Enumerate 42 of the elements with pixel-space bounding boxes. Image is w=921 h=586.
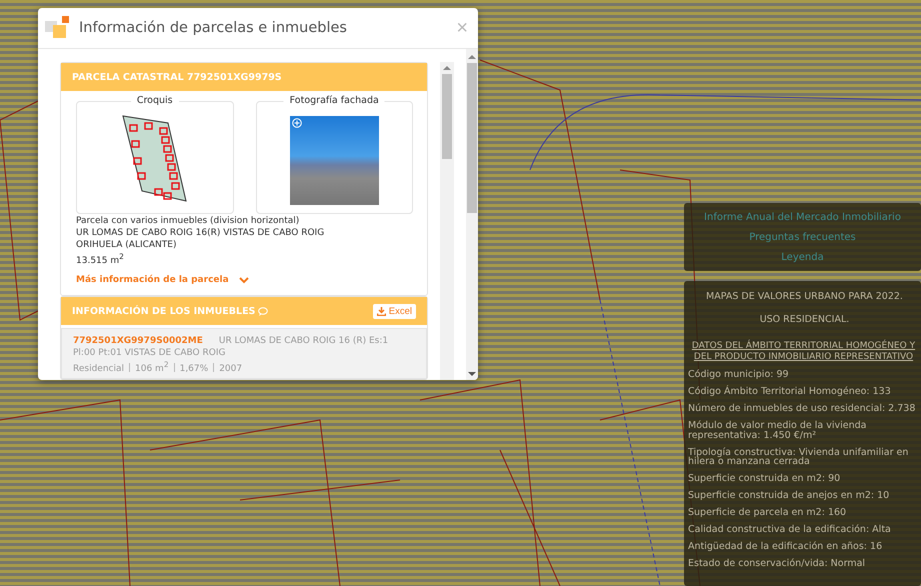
parcel-info-line: 13.515 m$^{2}$: [76, 251, 125, 267]
values-fact: Superficie construida en m2: 90: [688, 474, 842, 484]
parcel-header: PARCELA CATASTRAL 7792501XG9979S: [61, 63, 427, 91]
speech-bubble-icon: [258, 306, 268, 316]
values-fact: Superficie de parcela en m2: 160: [688, 508, 848, 518]
values-fact: Tipología constructiva: Vivienda unifamiliar en hilera o manzana cerrada: [688, 448, 910, 466]
property-address: UR LOMAS DE CABO ROIG 16 (R) Es:1: [218, 336, 388, 346]
dialog-title: Información de parcelas e inmuebles: [79, 20, 348, 36]
properties-title: INFORMACIÓN DE LOS INMUEBLES: [72, 306, 256, 316]
excel-button[interactable]: Excel: [372, 304, 416, 318]
property-address: Pl:00 Pt:01 VISTAS DE CABO ROIG: [73, 348, 226, 358]
more-info-link[interactable]: Más información de la parcela: [76, 275, 249, 285]
values-fact: Código municipio: 99: [688, 370, 790, 380]
values-fact: Módulo de valor medio de la vivienda representativa: 1.450 €/m²: [688, 421, 868, 440]
chevron-icon: [238, 276, 249, 284]
app-logo-icon: [45, 16, 69, 40]
panel-link[interactable]: Informe Anual del Mercado Inmobiliario: [704, 212, 901, 222]
download-icon: [376, 306, 386, 316]
outer-scrollbar[interactable]: [466, 49, 478, 380]
photo-label: Fotografía fachada: [284, 95, 385, 106]
inner-scrollbar[interactable]: [440, 62, 454, 380]
panel-link[interactable]: Preguntas frecuentes: [749, 232, 856, 242]
values-fact: Superficie construida de anejos en m2: 10: [688, 491, 890, 500]
zoom-in-icon[interactable]: [292, 118, 302, 128]
parcel-info-line: Parcela con varios inmuebles (division horizontal): [76, 215, 300, 227]
parcel-info-line: ORIHUELA (ALICANTE): [76, 239, 178, 251]
property-detail: 2007: [219, 364, 242, 374]
values-fact: Número de inmuebles de uso residencial: 2.738: [688, 404, 916, 414]
property-detail: Residencial: [73, 364, 124, 374]
property-detail: 1,67%: [180, 364, 208, 374]
values-fact: Estado de conservación/vida: Normal: [688, 559, 866, 568]
values-subtitle: DATOS DEL ÁMBITO TERRITORIAL HOMOGÉNEO Y DEL PRODUCTO INMOBILIARIO REPRESENTATIVO: [690, 341, 916, 363]
values-title: MAPAS DE VALORES URBANO PARA 2022.: [705, 291, 904, 302]
values-title: USO RESIDENCIAL.: [758, 314, 850, 325]
close-button[interactable]: ×: [456, 16, 468, 40]
property-ref-link[interactable]: 7792501XG9979S0002ME: [73, 336, 203, 346]
sketch-label: Croquis: [130, 95, 179, 106]
parcel-info-line: UR LOMAS DE CABO ROIG 16(R) VISTAS DE CABO ROIG: [76, 227, 326, 239]
values-fact: Calidad constructiva de la edificación: Alta: [688, 525, 892, 534]
values-fact: Código Ámbito Territorial Homogéneo: 133: [688, 387, 892, 396]
panel-link[interactable]: Leyenda: [781, 252, 824, 262]
values-fact: Antigüedad de la edificación en años: 16: [688, 542, 884, 552]
